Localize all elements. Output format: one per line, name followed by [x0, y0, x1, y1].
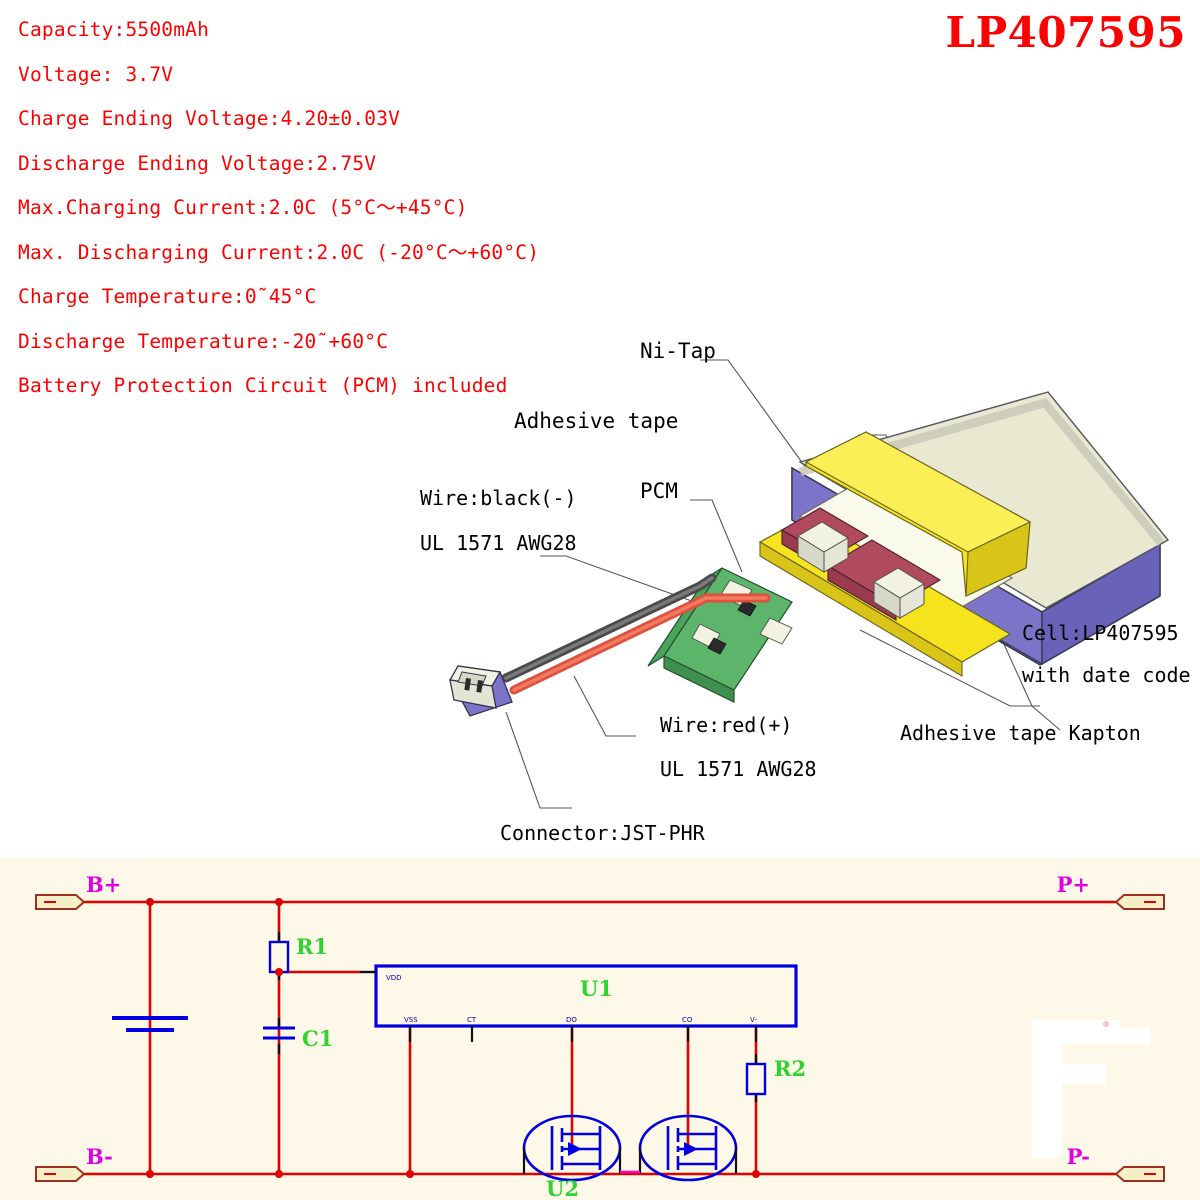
terminal-p-plus[interactable] [1114, 894, 1165, 910]
ic-pin-vdd: VDD [386, 974, 402, 982]
label-wire-red: Wire:red(+) [660, 713, 792, 737]
label-adhesive-tape: Adhesive tape [514, 409, 678, 433]
schematic-svg: R1 C1 R2 U1 VDD VSS CT DO CO V- U2 B+ B-… [35, 872, 1165, 1200]
designator-u2: U2 [546, 1176, 579, 1200]
designator-c1: C1 [302, 1026, 333, 1051]
ic-pin-co: CO [682, 1016, 693, 1024]
datasheet-page: Capacity:5500mAh Voltage: 3.7V Charge En… [0, 0, 1200, 1200]
resistor-r2 [745, 1054, 767, 1102]
watermark [1032, 1020, 1150, 1158]
terminal-p-minus[interactable] [1114, 1166, 1165, 1182]
ic-pin-stubs [408, 1026, 758, 1042]
terminal-b-minus[interactable] [35, 1166, 86, 1182]
ic-pin-vminus: V- [750, 1016, 757, 1024]
net-label-b-plus: B+ [86, 872, 121, 897]
ic-pin-ct: CT [467, 1016, 477, 1024]
net-label-p-plus: P+ [1057, 872, 1090, 897]
terminal-b-plus[interactable] [35, 894, 86, 910]
jst-connector-3d [448, 665, 513, 717]
protection-circuit-schematic: R1 C1 R2 U1 VDD VSS CT DO CO V- U2 B+ B-… [0, 858, 1200, 1200]
net-label-p-minus: P- [1067, 1144, 1090, 1169]
label-ni-tap: Ni-Tap [640, 339, 716, 363]
designator-r1: R1 [296, 934, 328, 959]
label-pcm: PCM [640, 479, 678, 503]
net-verticals [148, 902, 758, 1174]
label-wire-black-spec: UL 1571 AWG28 [420, 531, 577, 555]
label-wire-red-spec: UL 1571 AWG28 [660, 757, 817, 781]
label-kapton: Adhesive tape Kapton [900, 721, 1141, 745]
designator-r2: R2 [774, 1056, 806, 1081]
designator-u1: U1 [580, 976, 613, 1001]
ic-pin-do: DO [566, 1016, 577, 1024]
pcm-board-3d [647, 567, 793, 703]
ic-u1 [360, 964, 798, 1028]
label-connector: Connector:JST-PHR [500, 821, 706, 845]
net-label-b-minus: B- [86, 1144, 113, 1169]
label-cell-date-code: with date code [1022, 663, 1191, 687]
ic-pin-vss: VSS [404, 1016, 418, 1024]
battery-assembly-drawing: Ni-Tap Adhesive tape PCM Wire:black(-) U… [420, 339, 1191, 845]
label-cell: Cell:LP407595 [1022, 621, 1179, 645]
label-wire-black: Wire:black(-) [420, 486, 577, 510]
